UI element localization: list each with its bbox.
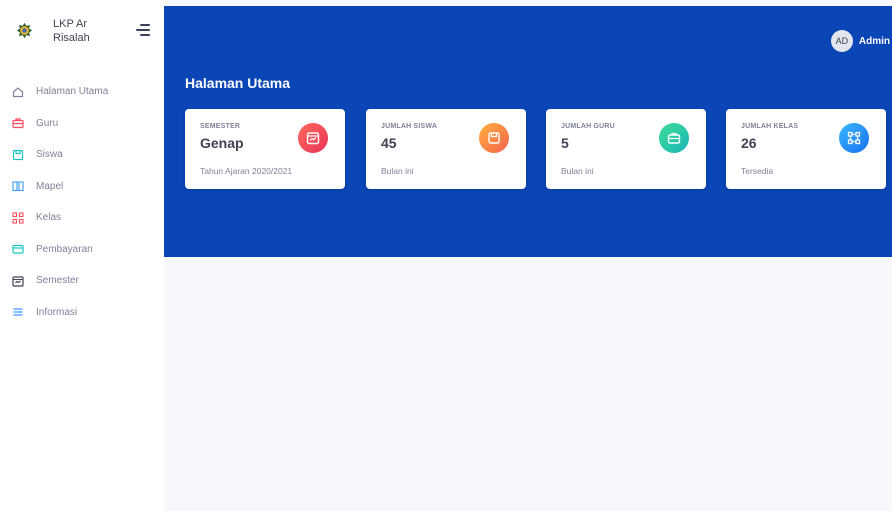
save-icon [479,123,509,153]
card-icon [12,245,24,254]
grid-icon [12,212,24,224]
sidebar-item-label: Informasi [36,306,78,318]
sidebar-item-kelas[interactable]: Kelas [0,202,164,234]
card-value: 26 [741,135,757,151]
brand: LKP Ar Risalah [0,0,164,58]
sidebar-item-mapel[interactable]: Mapel [0,171,164,203]
username[interactable]: Admin [859,36,890,47]
card-value: 45 [381,135,397,151]
user-menu[interactable]: AD Admin [830,30,890,52]
card-jumlah-siswa: JUMLAH SISWA 45 Bulan ini [366,109,526,189]
list-icon [13,308,23,316]
app: LKP Ar Risalah Halaman Utama Guru Siswa [0,0,892,511]
sidebar-item-guru[interactable]: Guru [0,108,164,140]
calendar-icon [12,276,24,287]
card-semester: SEMESTER Genap Tahun Ajaran 2020/2021 [185,109,345,189]
card-value: Genap [200,135,244,151]
home-icon [12,86,24,97]
briefcase-icon [12,118,24,129]
sidebar-item-label: Siswa [36,149,63,161]
sidebar: LKP Ar Risalah Halaman Utama Guru Siswa [0,0,164,511]
page-title: Halaman Utama [185,75,291,91]
sidebar-item-semester[interactable]: Semester [0,265,164,297]
card-sub: Tersedia [741,166,774,176]
stat-cards: SEMESTER Genap Tahun Ajaran 2020/2021 JU… [185,109,892,189]
logo-icon [16,22,33,39]
brand-title: LKP Ar Risalah [53,18,90,44]
card-label: JUMLAH KELAS [741,123,799,130]
card-label: JUMLAH GURU [561,123,615,130]
card-jumlah-guru: JUMLAH GURU 5 Bulan ini [546,109,706,189]
grid-icon [839,123,869,153]
sidebar-item-pembayaran[interactable]: Pembayaran [0,234,164,266]
sidebar-item-label: Halaman Utama [36,86,109,98]
card-jumlah-kelas: JUMLAH KELAS 26 Tersedia [726,109,886,189]
save-icon [12,149,24,160]
calendar-icon [298,123,328,153]
sidebar-item-label: Guru [36,117,59,129]
sidebar-item-label: Kelas [36,212,62,224]
card-value: 5 [561,135,569,151]
sidebar-item-label: Mapel [36,180,64,192]
card-sub: Tahun Ajaran 2020/2021 [200,166,293,176]
header-banner: AD Admin Halaman Utama SEMESTER Genap Ta… [164,6,892,257]
sidebar-item-label: Semester [36,275,79,287]
briefcase-icon [659,123,689,153]
sidebar-item-siswa[interactable]: Siswa [0,139,164,171]
sidebar-item-informasi[interactable]: Informasi [0,297,164,329]
sidebar-item-halaman-utama[interactable]: Halaman Utama [0,76,164,108]
menu-toggle-icon[interactable] [136,24,150,36]
avatar[interactable]: AD [830,30,853,52]
book-icon [12,181,24,192]
card-label: SEMESTER [200,123,241,130]
card-sub: Bulan ini [381,166,414,176]
sidebar-item-label: Pembayaran [36,243,93,255]
card-label: JUMLAH SISWA [381,123,438,130]
sidebar-nav: Halaman Utama Guru Siswa Mapel Kelas Pem… [0,76,164,328]
card-sub: Bulan ini [561,166,594,176]
